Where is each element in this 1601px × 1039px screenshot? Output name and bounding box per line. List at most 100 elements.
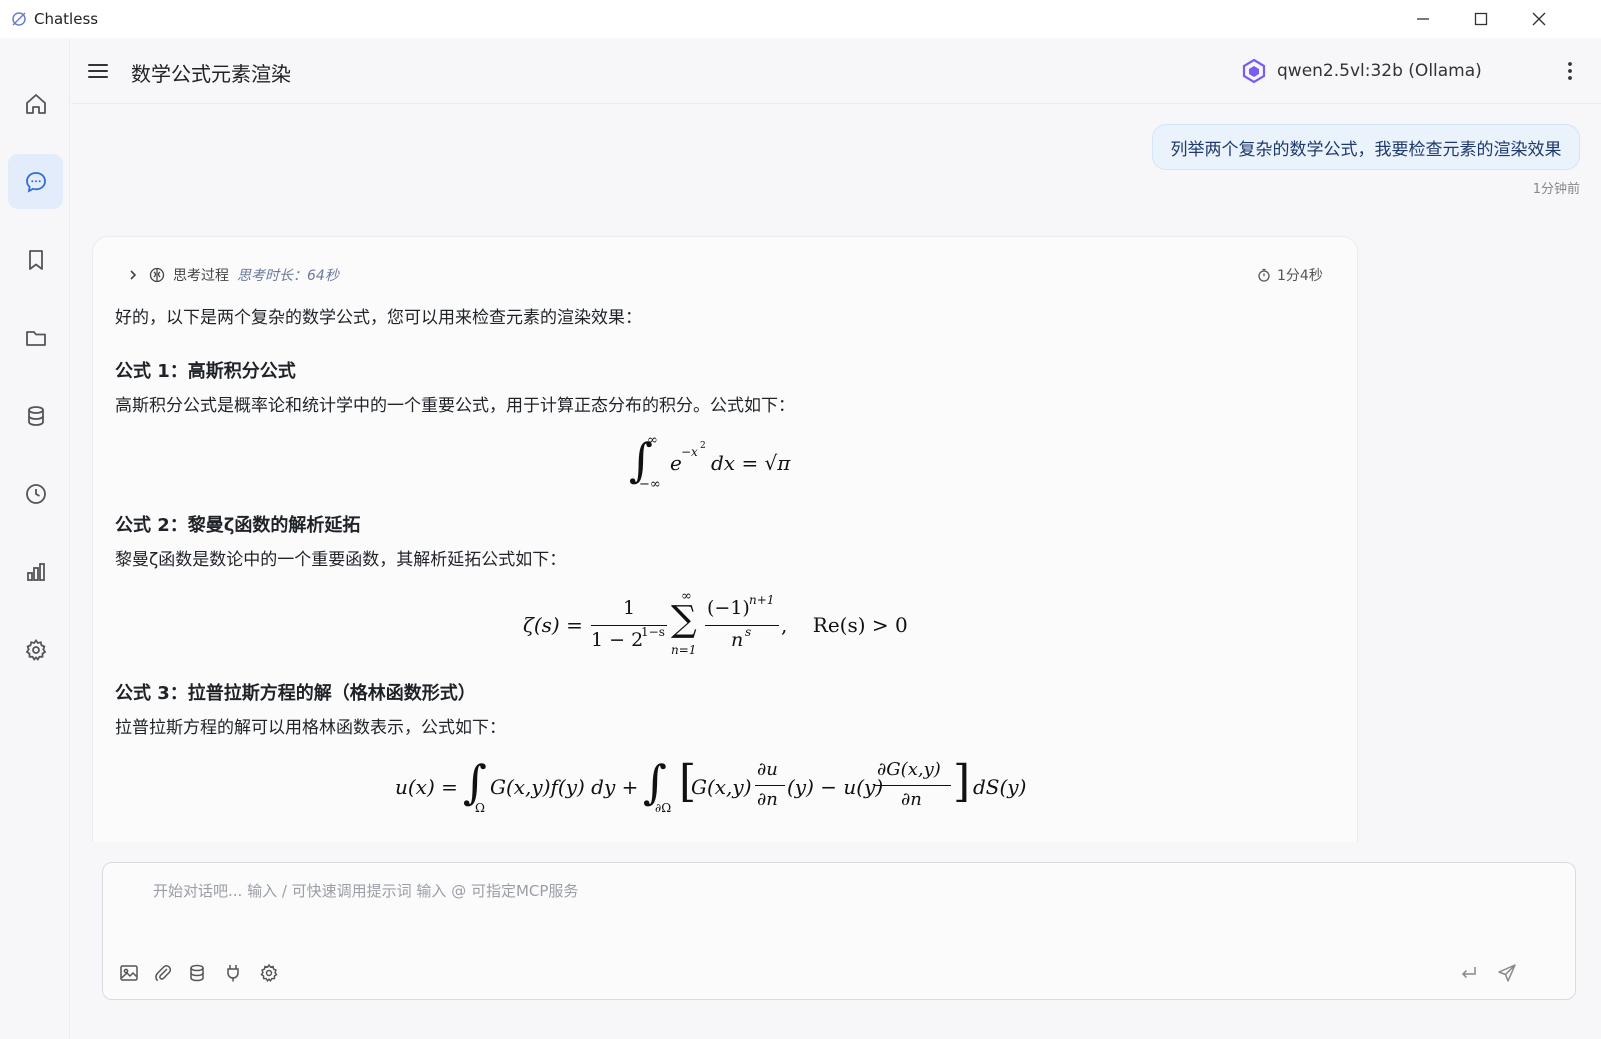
formula-3-part-c: G(x,y) [691, 775, 752, 799]
sidebar-item-knowledge[interactable] [8, 388, 63, 443]
frac1-num: 1 [623, 597, 636, 619]
thinking-toggle[interactable]: 思考过程 思考时长：64秒 [127, 265, 339, 285]
menu-toggle-button[interactable] [85, 58, 111, 84]
more-options-button[interactable] [1557, 58, 1583, 84]
maximize-button[interactable] [1452, 0, 1510, 38]
composer-input[interactable]: 开始对话吧... 输入 / 可快速调用提示词 输入 @ 可指定MCP服务 [153, 880, 578, 901]
stopwatch-icon [1258, 268, 1270, 282]
sidebar-item-files[interactable] [8, 310, 63, 365]
model-name: qwen2.5vl:32b (Ollama) [1277, 61, 1482, 81]
attach-image-button[interactable] [117, 961, 141, 985]
frac2-num: (−1) [707, 597, 750, 619]
brain-icon [149, 267, 165, 283]
formula-heading-2: 公式 2：黎曼ζ函数的解析延拓 [115, 515, 361, 536]
app-logo-icon [12, 12, 26, 26]
bracket-right: ] [953, 756, 971, 807]
gear-icon [260, 963, 278, 983]
sidebar-item-history[interactable] [8, 466, 63, 521]
send-icon [1498, 964, 1516, 982]
hamburger-icon [88, 64, 108, 78]
response-elapsed: 1分4秒 [1257, 265, 1323, 285]
elapsed-time: 1分4秒 [1277, 268, 1323, 284]
database-icon [190, 964, 204, 982]
kebab-menu-icon [1568, 62, 1572, 80]
thinking-duration: 思考时长：64秒 [237, 268, 339, 284]
assistant-message-card: 思考过程 思考时长：64秒 1分4秒 好的，以下是两个复杂的数学公式，您可以用来… [92, 236, 1358, 842]
formula-desc-2: 黎曼ζ函数是数论中的一个重要函数，其解析延拓公式如下： [115, 550, 567, 570]
thinking-label: 思考过程 [173, 268, 229, 284]
frac2-den: n [731, 629, 744, 651]
frac2-line [705, 625, 779, 626]
formula-heading-3: 公式 3：拉普拉斯方程的解（格林函数形式） [115, 683, 476, 704]
image-icon [120, 965, 138, 981]
send-button[interactable] [1495, 961, 1519, 985]
sum-lower: n=1 [671, 643, 697, 657]
attach-file-button[interactable] [151, 961, 175, 985]
formula-3-part-b: G(x,y)f(y) dy + [490, 775, 639, 799]
window-title: Chatless [34, 10, 99, 28]
formula-1-rest: dx = √π [711, 451, 791, 475]
sidebar-item-home[interactable] [8, 76, 63, 131]
sidebar-item-chat[interactable] [8, 154, 63, 209]
chart-icon [26, 562, 45, 581]
frac2-num-exp: n+1 [749, 593, 775, 607]
zeta-tail: , Re(s) > 0 [781, 613, 908, 637]
sidebar [0, 38, 70, 1039]
sidebar-item-analytics[interactable] [8, 544, 63, 599]
chevron-right-icon [130, 270, 137, 280]
exp-power: −x [681, 445, 698, 459]
user-message-bubble: 列举两个复杂的数学公式，我要检查元素的渲染效果 [1152, 124, 1580, 170]
gear-icon [25, 638, 46, 661]
bookmark-icon [28, 249, 43, 270]
integral-1-sub: Ω [475, 801, 485, 815]
qwen-logo-icon [1242, 58, 1266, 84]
integral-lower: −∞ [639, 477, 661, 492]
page-title: 数学公式元素渲染 [131, 62, 291, 86]
mcp-plugin-button[interactable] [221, 961, 245, 985]
close-button[interactable] [1510, 0, 1568, 38]
formula-heading-1: 公式 1：高斯积分公式 [115, 361, 296, 382]
sum-sign: ∑ [671, 599, 697, 640]
frac-du-line [755, 785, 785, 786]
knowledge-base-button[interactable] [185, 961, 209, 985]
database-icon [27, 405, 44, 426]
frac-dg-line [875, 785, 951, 786]
frac-du-den: ∂n [757, 789, 778, 810]
composer-settings-button[interactable] [257, 961, 281, 985]
chat-header: 数学公式元素渲染 qwen2.5vl:32b (Ollama) [71, 38, 1601, 104]
formula-riemann-zeta: ζ(s) = 1 1 − 2 1−s ∞ ∑ n=1 (−1) n+1 n s … [523, 589, 943, 663]
formula-desc-1: 高斯积分公式是概率论和统计学中的一个重要公式，用于计算正态分布的积分。公式如下： [115, 396, 795, 416]
frac1-den-exp: 1−s [641, 625, 665, 639]
clock-icon [25, 483, 46, 504]
frac-dg-den: ∂n [901, 789, 922, 810]
plug-icon [227, 965, 239, 982]
exp-power-square: 2 [700, 441, 706, 451]
integral-upper: ∞ [647, 433, 658, 448]
sidebar-item-settings[interactable] [8, 622, 63, 677]
formula-3-part-e: dS(y) [973, 775, 1027, 799]
integral-2-sub: ∂Ω [655, 801, 672, 815]
formula-laplace-green: u(x) = ∫ Ω G(x,y)f(y) dy + ∫ ∂Ω [ G(x,y)… [395, 755, 1035, 825]
frac-du-num: ∂u [757, 759, 778, 780]
home-icon [25, 93, 46, 114]
close-icon [1532, 12, 1546, 26]
model-selector[interactable]: qwen2.5vl:32b (Ollama) [1241, 56, 1482, 86]
message-composer[interactable]: 开始对话吧... 输入 / 可快速调用提示词 输入 @ 可指定MCP服务 [102, 862, 1576, 1000]
formula-desc-3: 拉普拉斯方程的解可以用格林函数表示，公式如下： [115, 718, 506, 738]
maximize-icon [1474, 12, 1488, 26]
zeta-lhs: ζ(s) = [523, 613, 583, 637]
enter-key-icon [1461, 967, 1476, 979]
minimize-button[interactable] [1394, 0, 1452, 38]
frac2-den-exp: s [745, 625, 752, 639]
frac-dg-num: ∂G(x,y) [877, 759, 941, 780]
minimize-icon [1417, 18, 1429, 20]
formula-3-part-d: (y) − u(y) [787, 775, 884, 799]
assistant-intro: 好的，以下是两个复杂的数学公式，您可以用来检查元素的渲染效果： [115, 308, 642, 328]
sidebar-item-bookmarks[interactable] [8, 232, 63, 287]
u-lhs: u(x) = [395, 775, 458, 799]
frac1-den: 1 − 2 [591, 629, 644, 651]
user-message-timestamp: 1分钟前 [1532, 182, 1580, 197]
newline-button[interactable] [1457, 961, 1481, 985]
paperclip-icon [155, 965, 172, 982]
formula-gaussian: ∫ ∞ −∞ e −x 2 dx = √π [629, 433, 819, 497]
